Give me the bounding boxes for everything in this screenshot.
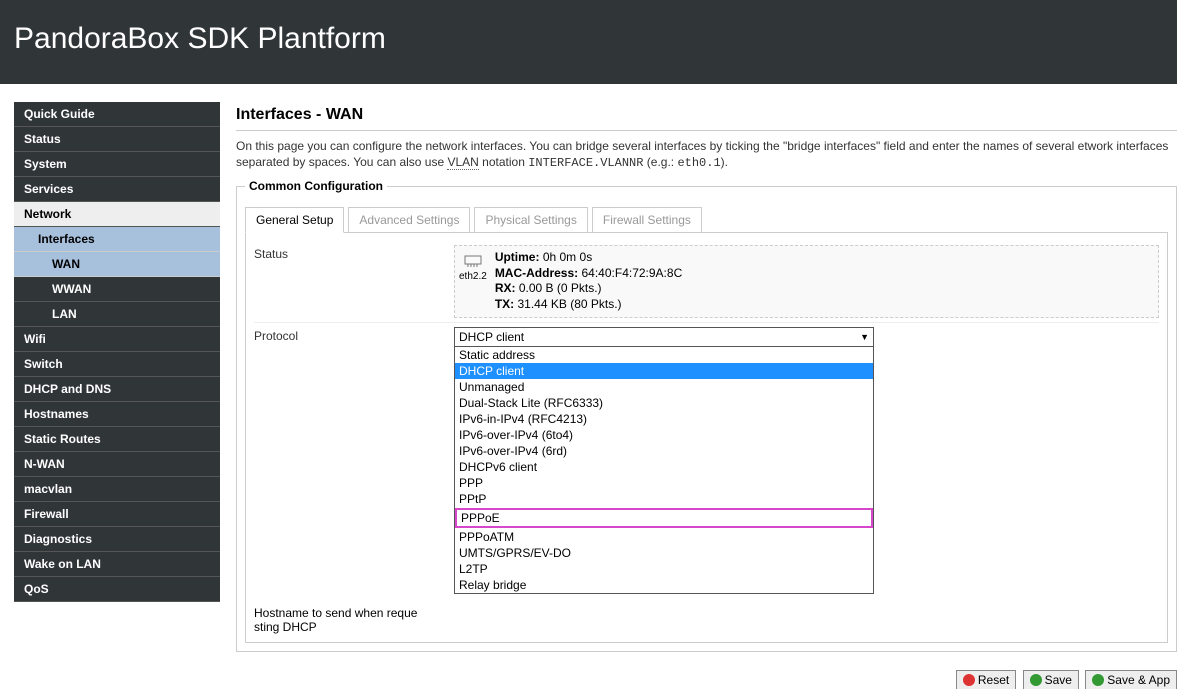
protocol-option[interactable]: Static address: [455, 347, 873, 363]
sidebar-item-wan[interactable]: WAN: [14, 252, 220, 277]
protocol-label: Protocol: [254, 327, 454, 594]
tab-general-setup[interactable]: General Setup: [245, 207, 344, 233]
protocol-option[interactable]: PPPoE: [455, 508, 873, 528]
sidebar-item-static-routes[interactable]: Static Routes: [14, 427, 220, 452]
vlan-abbr: VLAN: [447, 155, 478, 170]
hostname-row: Hostname to send when reque sting DHCP: [254, 598, 1159, 634]
sidebar-item-macvlan[interactable]: macvlan: [14, 477, 220, 502]
protocol-option[interactable]: Unmanaged: [455, 379, 873, 395]
sidebar-item-quick-guide[interactable]: Quick Guide: [14, 102, 220, 127]
protocol-option[interactable]: IPv6-over-IPv4 (6to4): [455, 427, 873, 443]
apply-icon: [1092, 674, 1104, 686]
common-configuration-fieldset: Common Configuration General Setup Advan…: [236, 179, 1177, 651]
sidebar-item-switch[interactable]: Switch: [14, 352, 220, 377]
sidebar-item-network[interactable]: Network: [14, 202, 220, 227]
protocol-option[interactable]: DHCPv6 client: [455, 459, 873, 475]
sidebar-item-status[interactable]: Status: [14, 127, 220, 152]
fieldset-legend: Common Configuration: [245, 179, 387, 193]
main-content: Interfaces - WAN On this page you can co…: [220, 84, 1177, 689]
sidebar-item-lan[interactable]: LAN: [14, 302, 220, 327]
save-apply-button[interactable]: Save & App: [1085, 670, 1177, 689]
action-buttons: Reset Save Save & App: [236, 670, 1177, 689]
page-description: On this page you can configure the netwo…: [236, 139, 1177, 171]
sidebar-item-diagnostics[interactable]: Diagnostics: [14, 527, 220, 552]
sidebar-item-dhcp-dns[interactable]: DHCP and DNS: [14, 377, 220, 402]
status-label: Status: [254, 245, 454, 317]
protocol-dropdown: Static addressDHCP clientUnmanagedDual-S…: [454, 347, 874, 594]
reset-icon: [963, 674, 975, 686]
tab-firewall-settings[interactable]: Firewall Settings: [592, 207, 702, 233]
tab-content: Status eth2.2 Uptime: 0h 0m 0s MAC-Addre…: [245, 232, 1168, 642]
protocol-option[interactable]: PPtP: [455, 491, 873, 507]
app-header: PandoraBox SDK Plantform: [0, 0, 1177, 84]
app-title: PandoraBox SDK Plantform: [14, 22, 1163, 56]
tab-advanced-settings[interactable]: Advanced Settings: [348, 207, 470, 233]
protocol-option[interactable]: IPv6-in-IPv4 (RFC4213): [455, 411, 873, 427]
sidebar: Quick Guide Status System Services Netwo…: [14, 102, 220, 689]
sidebar-item-services[interactable]: Services: [14, 177, 220, 202]
status-text: Uptime: 0h 0m 0s MAC-Address: 64:40:F4:7…: [495, 250, 682, 312]
protocol-option[interactable]: PPPoATM: [455, 529, 873, 545]
sidebar-item-wwan[interactable]: WWAN: [14, 277, 220, 302]
sidebar-item-system[interactable]: System: [14, 152, 220, 177]
protocol-option[interactable]: IPv6-over-IPv4 (6rd): [455, 443, 873, 459]
status-box: eth2.2 Uptime: 0h 0m 0s MAC-Address: 64:…: [454, 245, 1159, 317]
sidebar-item-qos[interactable]: QoS: [14, 577, 220, 602]
reset-button[interactable]: Reset: [956, 670, 1016, 689]
protocol-option[interactable]: UMTS/GPRS/EV-DO: [455, 545, 873, 561]
sidebar-item-wake-on-lan[interactable]: Wake on LAN: [14, 552, 220, 577]
protocol-option[interactable]: L2TP: [455, 561, 873, 577]
protocol-option[interactable]: Relay bridge: [455, 577, 873, 593]
interface-name: eth2.2: [459, 271, 487, 282]
chevron-down-icon: ▼: [860, 332, 869, 342]
sidebar-item-interfaces[interactable]: Interfaces: [14, 227, 220, 252]
hostname-label-line2: sting DHCP: [254, 620, 1159, 634]
save-button[interactable]: Save: [1023, 670, 1079, 689]
interface-icon: eth2.2: [459, 250, 487, 282]
page-title: Interfaces - WAN: [236, 106, 1177, 131]
protocol-option[interactable]: Dual-Stack Lite (RFC6333): [455, 395, 873, 411]
sidebar-item-hostnames[interactable]: Hostnames: [14, 402, 220, 427]
tabs: General Setup Advanced Settings Physical…: [245, 207, 1168, 233]
tab-physical-settings[interactable]: Physical Settings: [474, 207, 587, 233]
save-icon: [1030, 674, 1042, 686]
sidebar-item-nwan[interactable]: N-WAN: [14, 452, 220, 477]
protocol-option[interactable]: DHCP client: [455, 363, 873, 379]
sidebar-item-firewall[interactable]: Firewall: [14, 502, 220, 527]
protocol-select[interactable]: DHCP client ▼: [454, 327, 874, 347]
protocol-option[interactable]: PPP: [455, 475, 873, 491]
sidebar-item-wifi[interactable]: Wifi: [14, 327, 220, 352]
protocol-selected-value: DHCP client: [459, 330, 524, 344]
hostname-label-line1: Hostname to send when reque: [254, 606, 1159, 620]
